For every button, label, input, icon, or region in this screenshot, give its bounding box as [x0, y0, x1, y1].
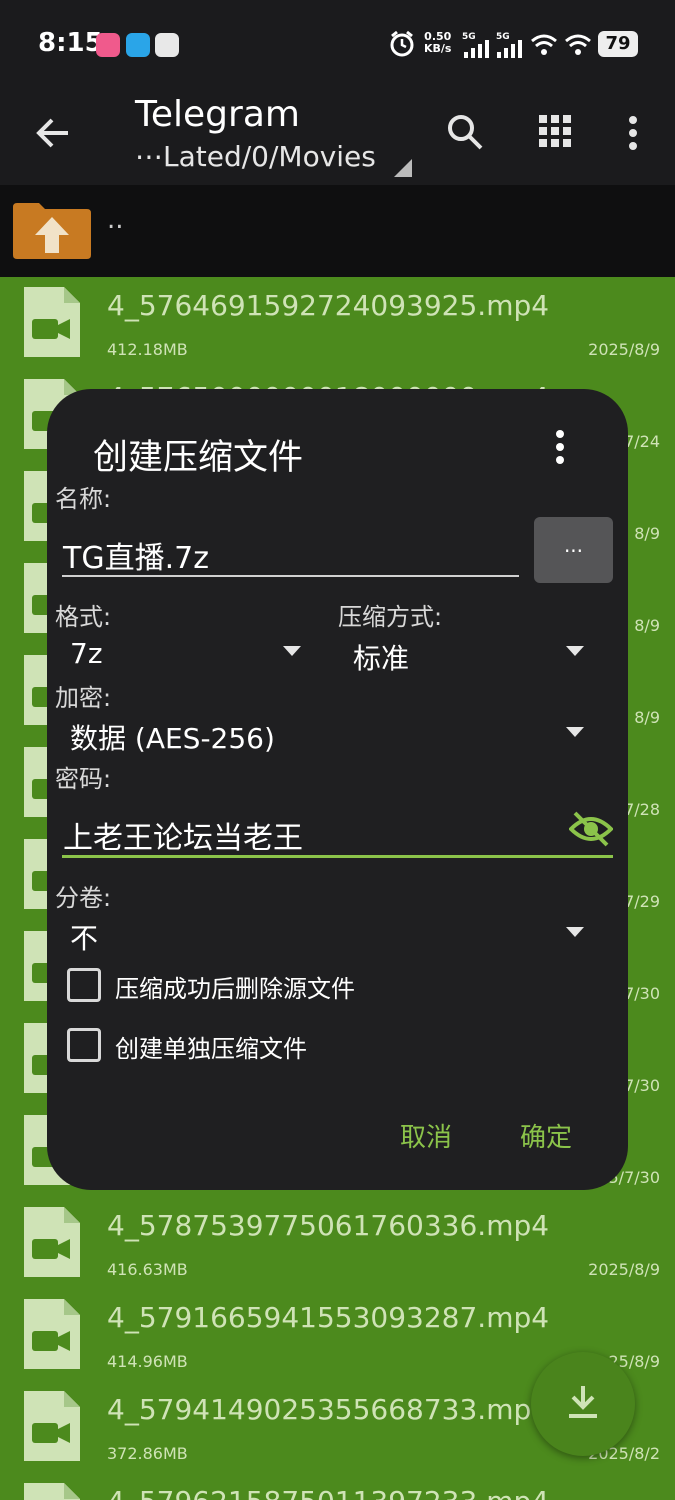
- video-file-icon: [24, 1391, 80, 1461]
- network-speed: 0.50 KB/s: [424, 31, 451, 55]
- browse-button[interactable]: ...: [534, 517, 613, 583]
- delete-source-checkbox[interactable]: [67, 968, 101, 1002]
- encryption-dropdown-icon[interactable]: [566, 727, 584, 737]
- screen: 8:15 0.50 KB/s 5G 5G 79 Telegram ⋯Lated/…: [0, 0, 675, 1500]
- file-date: 8/9: [634, 616, 660, 635]
- file-size: 372.86MB: [107, 1444, 188, 1463]
- format-dropdown-icon[interactable]: [283, 646, 301, 656]
- wifi-icon: [531, 34, 557, 55]
- folder-up-icon: [13, 203, 91, 259]
- grid-view-icon[interactable]: [539, 115, 571, 147]
- file-date: 7/30: [624, 984, 660, 1003]
- wifi-icon: [565, 34, 591, 55]
- arrow-left-icon[interactable]: [34, 114, 72, 152]
- app-title: Telegram: [135, 94, 300, 135]
- split-select[interactable]: 不: [70, 917, 98, 957]
- file-row[interactable]: 4_5764691592724093925.mp4 412.18MB 2025/8/…: [0, 277, 675, 369]
- app-bar: Telegram ⋯Lated/0/Movies: [0, 90, 675, 185]
- status-time: 8:15: [38, 28, 103, 58]
- format-label: 格式:: [55, 603, 112, 631]
- file-date: 2025/8/9: [588, 1260, 660, 1279]
- encryption-select[interactable]: 数据 (AES-256): [70, 717, 275, 757]
- format-select[interactable]: 7z: [70, 637, 103, 670]
- name-underline: [62, 575, 519, 577]
- file-row[interactable]: 4_5796215875011397233.mp4: [0, 1473, 675, 1500]
- download-icon: [569, 1386, 597, 1418]
- file-size: 412.18MB: [107, 340, 188, 359]
- create-archive-dialog: 创建压缩文件 名称: TG直播.7z ... 格式: 压缩方式: 7z 标准 加…: [47, 389, 628, 1190]
- dialog-title: 创建压缩文件: [93, 438, 304, 478]
- file-size: 416.63MB: [107, 1260, 188, 1279]
- file-date: 7/24: [624, 432, 660, 451]
- video-file-icon: [24, 1483, 80, 1500]
- separate-archive-label[interactable]: 创建单独压缩文件: [115, 1029, 307, 1064]
- video-file-icon: [24, 1299, 80, 1369]
- separate-archive-checkbox[interactable]: [67, 1028, 101, 1062]
- more-vert-icon[interactable]: [550, 429, 570, 465]
- split-label: 分卷:: [55, 884, 112, 912]
- compression-dropdown-icon[interactable]: [566, 646, 584, 656]
- parent-folder-label: ..: [107, 205, 124, 235]
- current-path[interactable]: ⋯Lated/0/Movies: [135, 140, 376, 173]
- compression-select[interactable]: 标准: [353, 637, 409, 677]
- password-label: 密码:: [55, 765, 112, 793]
- archive-name-input[interactable]: TG直播.7z: [63, 533, 209, 577]
- signal-icon: [497, 40, 522, 58]
- file-date: 8/9: [634, 524, 660, 543]
- video-file-icon: [24, 287, 80, 357]
- password-input[interactable]: 上老王论坛当老王: [63, 813, 303, 857]
- signal-icon: [464, 40, 489, 58]
- cancel-button[interactable]: 取消: [400, 1117, 452, 1154]
- video-file-icon: [24, 1207, 80, 1277]
- file-size: 414.96MB: [107, 1352, 188, 1371]
- file-date: 7/28: [624, 800, 660, 819]
- file-name: 4_5794149025355668733.mp4: [107, 1393, 550, 1426]
- file-name: 4_5764691592724093925.mp4: [107, 289, 550, 322]
- file-name: 4_5791665941553093287.mp4: [107, 1301, 550, 1334]
- delete-source-label[interactable]: 压缩成功后删除源文件: [115, 969, 355, 1004]
- search-icon[interactable]: [446, 113, 484, 151]
- extract-fab[interactable]: [531, 1352, 635, 1456]
- file-date: 8/9: [634, 708, 660, 727]
- password-underline: [62, 855, 613, 858]
- compression-label: 压缩方式:: [338, 603, 443, 631]
- parent-folder-row[interactable]: ..: [0, 185, 675, 277]
- app-notification-icon: [96, 33, 120, 57]
- file-date: 2025/8/9: [588, 340, 660, 359]
- path-dropdown-icon[interactable]: [394, 159, 412, 177]
- app-notification-icon: [126, 33, 150, 57]
- more-vert-icon[interactable]: [627, 115, 639, 151]
- status-bar: 8:15 0.50 KB/s 5G 5G 79: [0, 0, 675, 90]
- file-name: 4_5796215875011397233.mp4: [107, 1485, 549, 1500]
- ok-button[interactable]: 确定: [520, 1117, 572, 1154]
- alarm-icon: [390, 30, 414, 57]
- file-date: 7/29: [624, 892, 660, 911]
- name-label: 名称:: [55, 485, 112, 513]
- speed-unit: KB/s: [424, 42, 452, 55]
- file-row[interactable]: 4_5787539775061760336.mp4 416.63MB 2025/8/…: [0, 1197, 675, 1289]
- visibility-off-icon[interactable]: [569, 809, 613, 849]
- file-name: 4_5787539775061760336.mp4: [107, 1209, 550, 1242]
- app-notification-icon: [155, 33, 179, 57]
- file-date: 7/30: [624, 1076, 660, 1095]
- encryption-label: 加密:: [55, 684, 112, 712]
- battery-indicator: 79: [598, 31, 638, 57]
- split-dropdown-icon[interactable]: [566, 927, 584, 937]
